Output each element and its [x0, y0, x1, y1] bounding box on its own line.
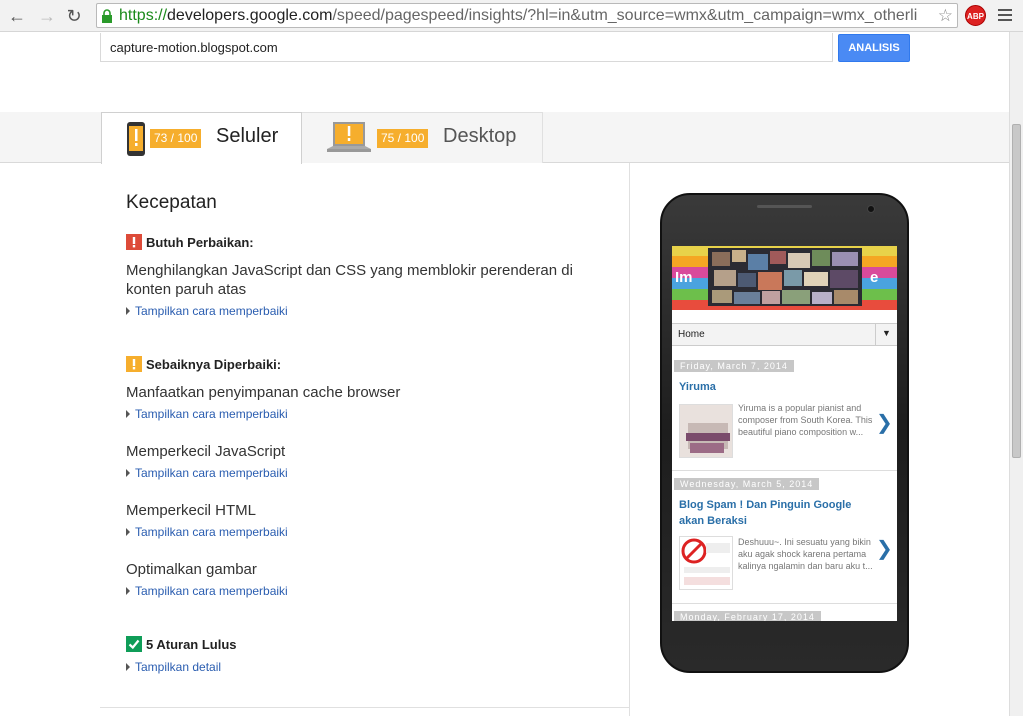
- post-thumbnail-piano: [679, 404, 733, 458]
- post-thumbnail-no-spam: [679, 536, 733, 590]
- post-date: Wednesday, March 5, 2014: [674, 478, 820, 490]
- lock-icon: [102, 9, 112, 23]
- expand-triangle-icon: [126, 307, 130, 315]
- adblock-extension-icon[interactable]: ABP: [965, 5, 986, 26]
- category-should-fix: Sebaiknya Diperbaiki:: [126, 356, 281, 373]
- svg-text:e: e: [870, 269, 878, 286]
- post-title: Yiruma: [679, 381, 716, 393]
- post-date: Monday, February 17, 2014: [674, 611, 821, 621]
- rule-title: Memperkecil JavaScript: [126, 443, 286, 460]
- rule-title: Menghilangkan JavaScript dan CSS yang me…: [126, 262, 573, 298]
- forward-arrow-icon[interactable]: →: [36, 5, 58, 27]
- address-url: https://developers.google.com/speed/page…: [119, 7, 918, 24]
- rule-title: Manfaatkan penyimpanan cache browser: [126, 384, 401, 401]
- svg-text:Im: Im: [675, 269, 693, 286]
- section-title: Kecepatan: [126, 192, 217, 213]
- expand-triangle-icon: [126, 587, 130, 595]
- rule-fix-link[interactable]: Tampilkan cara memperbaiki: [126, 584, 288, 598]
- rule-title: Optimalkan gambar: [126, 561, 257, 578]
- post-title: Blog Spam ! Dan Pinguin Google akan Bera…: [679, 499, 852, 527]
- expand-triangle-icon: [126, 469, 130, 477]
- tab-mobile-label: Seluler: [216, 125, 279, 147]
- phone-screen-preview: Im e Home ▼ Friday, March 7, 2014 Yiruma…: [672, 246, 897, 621]
- dropdown-arrow-icon: ▼: [875, 323, 897, 346]
- browser-menu-icon[interactable]: [998, 9, 1012, 21]
- post-divider: [672, 603, 897, 604]
- browser-toolbar: ← → ↻ https://developers.google.com/spee…: [0, 0, 1023, 32]
- check-icon: [126, 636, 142, 652]
- blog-header-banner: Im e: [672, 246, 897, 310]
- category-passed: 5 Aturan Lulus: [126, 636, 237, 653]
- post-chevron-icon: ❯: [876, 538, 893, 560]
- mobile-phone-icon: [127, 122, 145, 156]
- passed-details-link[interactable]: Tampilkan detail: [126, 660, 221, 674]
- post-divider: [672, 470, 897, 471]
- column-divider: [629, 163, 630, 716]
- scrollbar-thumb[interactable]: [1012, 124, 1021, 458]
- tab-desktop[interactable]: 75 / 100 Desktop: [302, 112, 543, 163]
- rule-fix-link[interactable]: Tampilkan cara memperbaiki: [126, 466, 288, 480]
- post-excerpt: Yiruma is a popular pianist and composer…: [738, 403, 873, 437]
- post-excerpt: Deshuuu~. Ini sesuatu yang bikin aku aga…: [738, 537, 873, 571]
- post-date: Friday, March 7, 2014: [674, 360, 794, 372]
- rule-title: Memperkecil HTML: [126, 502, 257, 519]
- bookmark-star-icon[interactable]: ☆: [938, 4, 953, 27]
- preview-nav-select: Home ▼: [672, 323, 897, 346]
- tab-desktop-label: Desktop: [443, 125, 517, 147]
- rule-fix-link[interactable]: Tampilkan cara memperbaiki: [126, 407, 288, 421]
- analyze-button[interactable]: ANALISIS: [838, 34, 910, 62]
- address-bar[interactable]: https://developers.google.com/speed/page…: [96, 3, 958, 28]
- back-arrow-icon[interactable]: ←: [6, 5, 28, 27]
- category-must-fix: Butuh Perbaikan:: [126, 234, 254, 251]
- divider: [100, 707, 629, 708]
- desktop-score-badge: 75 / 100: [377, 129, 429, 148]
- page-scrollbar[interactable]: [1009, 32, 1023, 716]
- expand-triangle-icon: [126, 663, 130, 671]
- phone-camera: [867, 205, 875, 213]
- post-chevron-icon: ❯: [876, 412, 893, 434]
- phone-speaker: [757, 205, 812, 208]
- desktop-laptop-icon: [327, 122, 371, 152]
- rule-fix-link[interactable]: Tampilkan cara memperbaiki: [126, 304, 288, 318]
- expand-triangle-icon: [126, 528, 130, 536]
- warning-exclamation-icon: [126, 356, 142, 372]
- error-exclamation-icon: [126, 234, 142, 250]
- reload-icon[interactable]: ↻: [63, 5, 85, 27]
- mobile-score-badge: 73 / 100: [150, 129, 202, 148]
- expand-triangle-icon: [126, 410, 130, 418]
- analyze-url-input[interactable]: capture-motion.blogspot.com: [100, 33, 833, 62]
- tab-mobile[interactable]: 73 / 100 Seluler: [101, 112, 302, 164]
- rule-fix-link[interactable]: Tampilkan cara memperbaiki: [126, 525, 288, 539]
